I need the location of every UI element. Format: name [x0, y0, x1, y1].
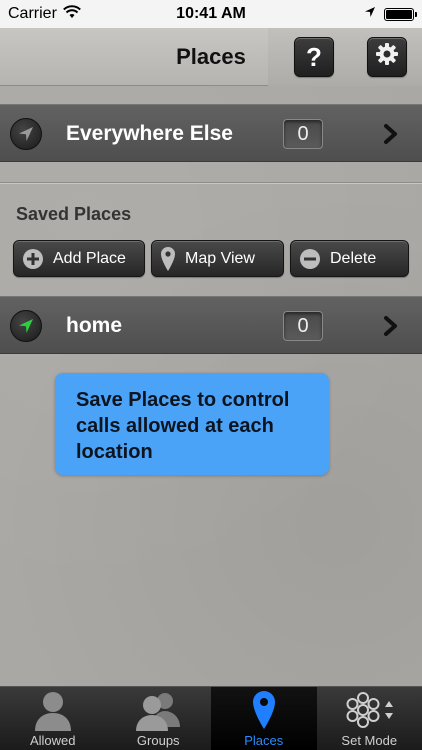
status-left: Carrier	[8, 4, 81, 24]
tab-label: Allowed	[29, 733, 76, 748]
section-title: Saved Places	[16, 204, 132, 224]
tab-groups[interactable]: Groups	[106, 687, 212, 750]
tab-label: Groups	[136, 733, 180, 748]
settings-button[interactable]	[367, 37, 407, 77]
gear-icon	[375, 42, 399, 73]
everywhere-else-row[interactable]: Everywhere Else 0	[0, 104, 422, 162]
row-label: Everywhere Else	[66, 122, 233, 145]
help-icon: ?	[306, 41, 322, 72]
plus-circle-icon	[22, 248, 44, 270]
add-place-button[interactable]: Add Place	[13, 240, 145, 277]
map-pin-icon	[252, 687, 276, 733]
delete-label: Delete	[330, 249, 377, 267]
minus-circle-icon	[299, 248, 321, 270]
map-pin-icon	[160, 246, 176, 272]
place-row-home[interactable]: home 0	[0, 296, 422, 354]
count-field: 0	[283, 311, 323, 341]
info-callout: Save Places to control calls allowed at …	[55, 373, 329, 475]
chevron-right-icon[interactable]	[380, 122, 402, 146]
tab-set-mode[interactable]: Set Mode	[317, 687, 422, 750]
hexagon-mode-icon	[341, 687, 397, 733]
section-divider	[0, 182, 422, 184]
person-icon	[33, 687, 73, 733]
map-view-label: Map View	[185, 249, 255, 267]
help-button[interactable]: ?	[294, 37, 334, 77]
count-field: 0	[283, 119, 323, 149]
delete-button[interactable]: Delete	[290, 240, 409, 277]
location-arrow-icon	[10, 118, 42, 150]
status-right	[364, 5, 417, 23]
wifi-icon	[63, 4, 81, 24]
nav-bar: Places ?	[0, 28, 422, 86]
status-bar: Carrier 10:41 AM	[0, 0, 422, 28]
location-arrow-active-icon	[10, 310, 42, 342]
callout-text: Save Places to control calls allowed at …	[76, 389, 290, 463]
carrier-label: Carrier	[8, 5, 57, 22]
group-icon	[134, 687, 182, 733]
tab-places[interactable]: Places	[211, 687, 317, 750]
battery-icon	[384, 7, 417, 21]
row-label: home	[66, 314, 123, 337]
tab-label: Places	[244, 733, 284, 748]
add-place-label: Add Place	[53, 249, 126, 267]
tab-allowed[interactable]: Allowed	[0, 687, 106, 750]
chevron-right-icon[interactable]	[380, 314, 402, 338]
location-arrow-icon	[364, 5, 376, 23]
tab-bar: Allowed Groups Places Set Mode	[0, 686, 422, 750]
page-title: Places	[176, 44, 246, 69]
map-view-button[interactable]: Map View	[151, 240, 284, 277]
tab-label: Set Mode	[341, 733, 398, 748]
